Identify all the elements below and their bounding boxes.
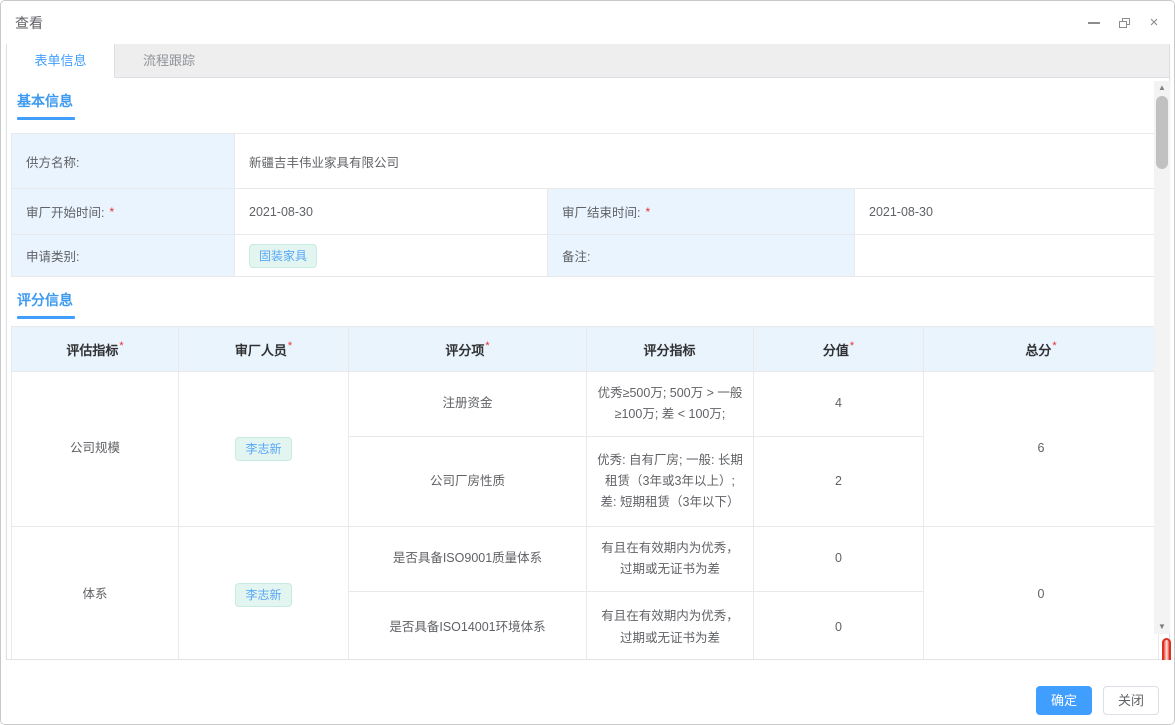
- remark-value: [854, 234, 1158, 276]
- audit-end-label: 审厂结束时间:*: [547, 188, 854, 234]
- score-criteria-cell: 优秀: 自有厂房; 一般: 长期租赁（3年或3年以上）; 差: 短期租赁（3年以…: [587, 437, 754, 527]
- window-controls: ×: [1087, 16, 1161, 30]
- col-header-score-value: 分值*: [754, 327, 924, 372]
- dialog-title-bar: 查看 ×: [1, 1, 1174, 44]
- col-header-score-item: 评分项*: [349, 327, 587, 372]
- col-header-indicator: 评估指标*: [12, 327, 179, 372]
- basic-info-table: 供方名称: 新疆吉丰伟业家具有限公司 审厂开始时间:* 2021-08-30 审…: [11, 133, 1159, 277]
- section-title-basic-info: 基本信息: [17, 91, 1169, 111]
- score-item-cell: 是否具备ISO9001质量体系: [349, 527, 587, 592]
- score-value-cell: 0: [754, 527, 924, 592]
- apply-category-value: 固装家具: [234, 234, 547, 276]
- auditor-cell: 李志新: [179, 527, 349, 661]
- view-dialog: 查看 × 表单信息 流程跟踪 基本信息 供方名称: 新疆吉丰伟业家具有限公司: [0, 0, 1175, 725]
- score-item-cell: 是否具备ISO14001环境体系: [349, 592, 587, 661]
- category-tag: 固装家具: [249, 244, 317, 268]
- tab-process-tracking[interactable]: 流程跟踪: [115, 44, 223, 78]
- auditor-cell: 李志新: [179, 372, 349, 527]
- vertical-scrollbar[interactable]: ▲ ▼: [1154, 81, 1170, 634]
- score-item-cell: 注册资金: [349, 372, 587, 437]
- close-icon[interactable]: ×: [1147, 16, 1161, 30]
- total-score-cell: 0: [924, 527, 1159, 661]
- table-row: 公司规模 李志新 注册资金 优秀≥500万; 500万 > 一般≥100万; 差…: [12, 372, 1159, 437]
- restore-icon[interactable]: [1117, 16, 1131, 30]
- dialog-body: 表单信息 流程跟踪 基本信息 供方名称: 新疆吉丰伟业家具有限公司 审厂开始时间…: [6, 44, 1170, 660]
- confirm-button[interactable]: 确定: [1036, 686, 1092, 715]
- col-header-total-score: 总分*: [924, 327, 1159, 372]
- supplier-name-label: 供方名称:: [12, 134, 234, 188]
- dialog-footer: 确定 关闭: [1, 660, 1174, 724]
- score-value-cell: 0: [754, 592, 924, 661]
- scroll-down-icon[interactable]: ▼: [1154, 621, 1170, 633]
- indicator-cell: 体系: [12, 527, 179, 661]
- section-title-scoring-info: 评分信息: [17, 290, 1169, 310]
- col-header-score-criteria: 评分指标: [587, 327, 754, 372]
- supplier-name-value: 新疆吉丰伟业家具有限公司: [234, 134, 1158, 188]
- total-score-cell: 6: [924, 372, 1159, 527]
- apply-category-label: 申请类别:: [12, 234, 234, 276]
- minimize-icon[interactable]: [1087, 16, 1101, 30]
- score-criteria-cell: 有且在有效期内为优秀，过期或无证书为差: [587, 527, 754, 592]
- scroll-up-icon[interactable]: ▲: [1154, 82, 1170, 94]
- section-underline: [17, 316, 75, 319]
- col-header-auditor: 审厂人员*: [179, 327, 349, 372]
- score-criteria-cell: 优秀≥500万; 500万 > 一般≥100万; 差 < 100万;: [587, 372, 754, 437]
- score-item-cell: 公司厂房性质: [349, 437, 587, 527]
- table-row: 体系 李志新 是否具备ISO9001质量体系 有且在有效期内为优秀，过期或无证书…: [12, 527, 1159, 592]
- form-scroll-area: 基本信息 供方名称: 新疆吉丰伟业家具有限公司 审厂开始时间:* 2021-08…: [7, 91, 1169, 660]
- audit-end-value: 2021-08-30: [854, 188, 1158, 234]
- scoring-header-row: 评估指标* 审厂人员* 评分项* 评分指标 分值* 总分*: [12, 327, 1159, 372]
- audit-start-value: 2021-08-30: [234, 188, 547, 234]
- remark-label: 备注:: [547, 234, 854, 276]
- indicator-cell: 公司规模: [12, 372, 179, 527]
- section-underline: [17, 117, 75, 120]
- scrollbar-thumb[interactable]: [1156, 96, 1168, 169]
- score-value-cell: 4: [754, 372, 924, 437]
- scoring-table: 评估指标* 审厂人员* 评分项* 评分指标 分值* 总分* 公司规模 李志新: [11, 326, 1159, 660]
- score-value-cell: 2: [754, 437, 924, 527]
- dialog-title: 查看: [15, 13, 43, 33]
- auditor-tag: 李志新: [235, 437, 291, 461]
- close-button[interactable]: 关闭: [1103, 686, 1159, 715]
- tab-form-info[interactable]: 表单信息: [7, 44, 115, 78]
- audit-start-label: 审厂开始时间:*: [12, 188, 234, 234]
- tab-bar: 表单信息 流程跟踪: [7, 44, 1169, 78]
- score-criteria-cell: 有且在有效期内为优秀，过期或无证书为差: [587, 592, 754, 661]
- auditor-tag: 李志新: [235, 583, 291, 607]
